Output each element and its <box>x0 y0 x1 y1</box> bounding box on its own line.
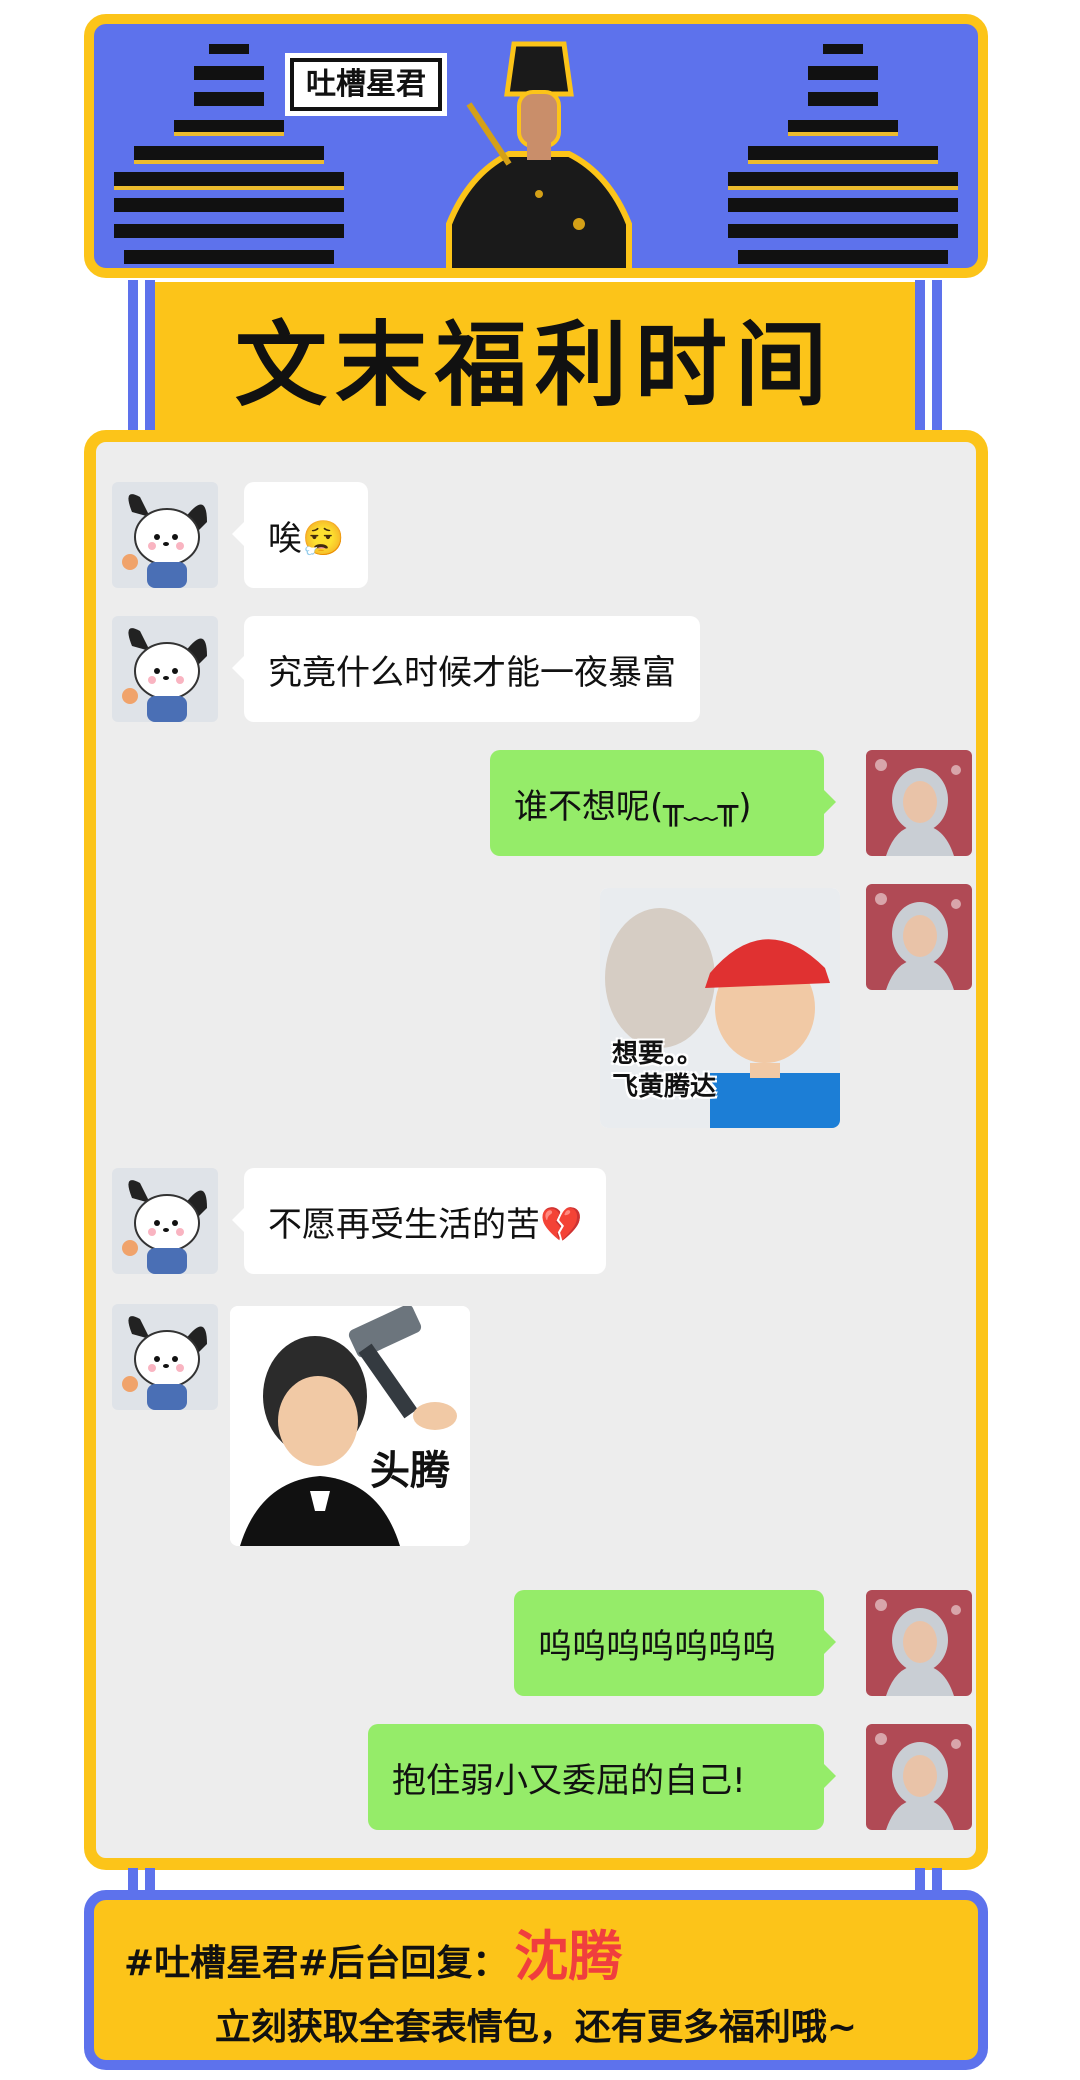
footer-benefit-text: 立刻获取全套表情包，还有更多福利哦~ <box>214 2007 858 2048</box>
avatar[interactable] <box>112 482 218 588</box>
hammer-sticker-image <box>230 1306 470 1546</box>
puppy-avatar-icon <box>112 1168 218 1274</box>
person-avatar-icon <box>866 1590 972 1696</box>
chat-bubble-incoming[interactable]: 唉😮‍💨 <box>231 482 369 588</box>
rail-right-2 <box>932 280 942 430</box>
official-figure-image <box>446 41 632 268</box>
footer-prefix: #吐槽星君#后台回复： <box>124 1943 509 1984</box>
chat-bubble-outgoing[interactable]: 抱住弱小又委屈的自己! <box>368 1724 836 1830</box>
avatar[interactable] <box>866 1724 972 1830</box>
chat-bubble-incoming[interactable]: 究竟什么时候才能一夜暴富 <box>232 616 700 722</box>
rail-right-4 <box>932 1868 942 1892</box>
avatar[interactable] <box>866 884 972 990</box>
striped-figure-right-image <box>728 44 958 264</box>
avatar[interactable] <box>112 616 218 722</box>
sticker-hammer[interactable]: 头腾 <box>230 1306 470 1546</box>
chat-bubble-outgoing[interactable]: 谁不想呢(╥﹏╥) <box>490 750 836 856</box>
header-banner: 吐槽星君 <box>84 14 988 278</box>
person-avatar-icon <box>866 884 972 990</box>
page-title: 文末福利时间 <box>234 311 835 419</box>
chat-bubble-outgoing[interactable]: 呜呜呜呜呜呜呜 <box>514 1590 836 1696</box>
puppy-avatar-icon <box>112 616 218 722</box>
brand-tag: 吐槽星君 <box>290 58 442 111</box>
avatar[interactable] <box>112 1168 218 1274</box>
avatar[interactable] <box>866 750 972 856</box>
rail-right-3 <box>915 1868 925 1892</box>
puppy-avatar-icon <box>112 482 218 588</box>
sticker-helmet[interactable]: 想要。。 飞黄腾达 <box>600 888 840 1128</box>
title-bar: 文末福利时间 <box>155 282 915 432</box>
chat-panel: 唉😮‍💨 究竟什么时候才能一夜暴富 谁不想呢(╥﹏╥) <box>84 430 988 1870</box>
avatar[interactable] <box>112 1304 218 1410</box>
sticker-caption: 想要。。 飞黄腾达 <box>612 1039 717 1102</box>
person-avatar-icon <box>866 750 972 856</box>
puppy-avatar-icon <box>112 1304 218 1410</box>
rail-left-3 <box>128 1868 138 1892</box>
footer-keyword: 沈腾 <box>514 1925 623 1988</box>
rail-left-2 <box>145 280 155 430</box>
person-avatar-icon <box>866 1724 972 1830</box>
footer-instruction: #吐槽星君#后台回复： 沈腾 <box>124 1912 622 1991</box>
footer-card: #吐槽星君#后台回复： 沈腾 立刻获取全套表情包，还有更多福利哦~ <box>84 1890 988 2070</box>
avatar[interactable] <box>866 1590 972 1696</box>
rail-left-1 <box>128 280 138 430</box>
rail-right-1 <box>915 280 925 430</box>
chat-bubble-incoming[interactable]: 不愿再受生活的苦💔 <box>231 1168 607 1274</box>
rail-left-4 <box>145 1868 155 1892</box>
sticker-caption: 头腾 <box>370 1448 450 1494</box>
